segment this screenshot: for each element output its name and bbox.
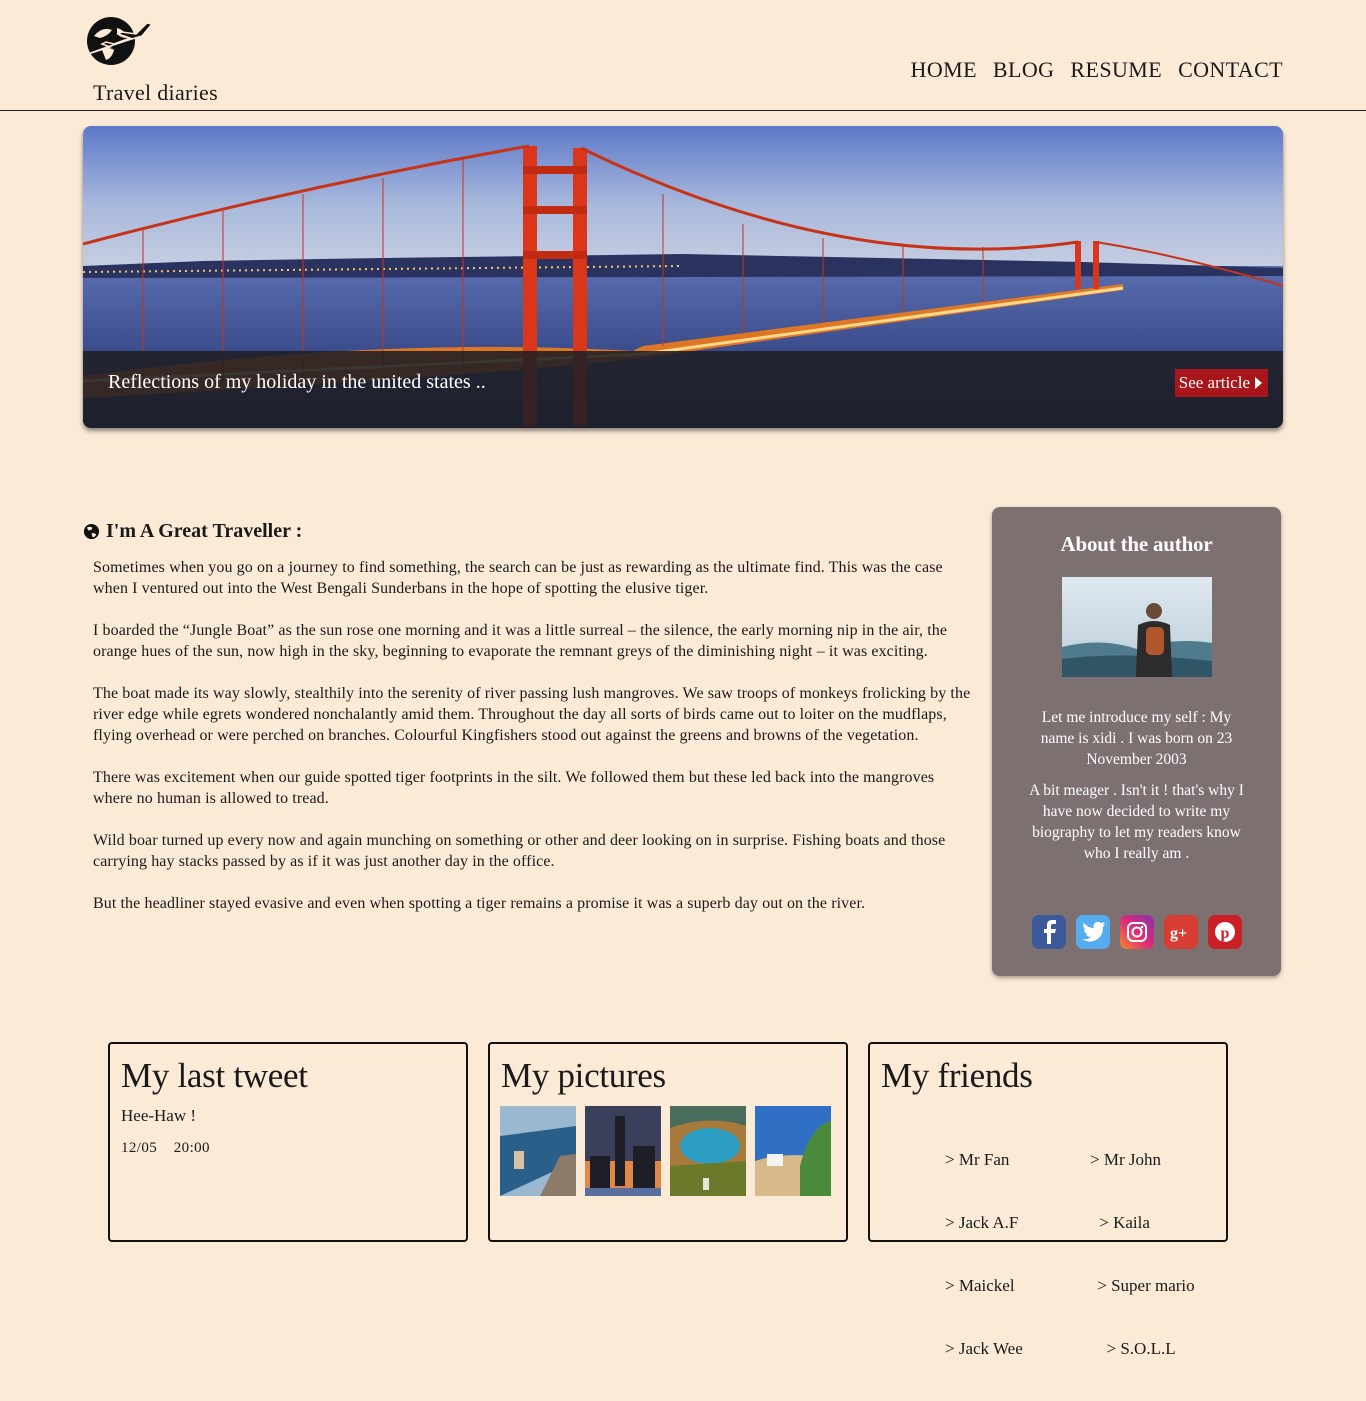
friend-link[interactable]: > Maickel bbox=[945, 1275, 1023, 1296]
globe-airplane-icon[interactable] bbox=[84, 14, 154, 66]
friend-link[interactable]: > Jack Wee bbox=[945, 1338, 1023, 1359]
tweet-timestamp: 12/05 20:00 bbox=[121, 1140, 210, 1156]
social-links: g+ p bbox=[1032, 915, 1242, 949]
friend-link[interactable]: > S.O.L.L bbox=[1090, 1338, 1195, 1359]
tweet-text: Hee-Haw ! bbox=[121, 1106, 197, 1125]
see-article-label: See article bbox=[1178, 373, 1250, 392]
article-paragraph: There was excitement when our guide spot… bbox=[93, 769, 935, 807]
picture-gallery bbox=[500, 1106, 831, 1196]
friend-link[interactable]: > Mr Fan bbox=[945, 1149, 1023, 1170]
about-author-panel: About the author Let me introduce my sel… bbox=[992, 507, 1281, 976]
author-bio: Let me introduce my self : My name is xi… bbox=[1040, 709, 1233, 768]
twitter-icon[interactable] bbox=[1076, 915, 1110, 949]
google-plus-icon[interactable]: g+ bbox=[1164, 915, 1198, 949]
article-paragraph: I boarded the “Jungle Boat” as the sun r… bbox=[93, 622, 948, 660]
article-title: I'm A Great Traveller : bbox=[106, 520, 303, 542]
picture-thumbnail-coast[interactable] bbox=[755, 1106, 831, 1196]
globe-icon bbox=[83, 523, 100, 540]
friend-link[interactable]: > Jack A.F bbox=[945, 1212, 1023, 1233]
article-paragraph: Sometimes when you go on a journey to fi… bbox=[93, 559, 943, 597]
pinterest-icon[interactable]: p bbox=[1208, 915, 1242, 949]
nav-resume[interactable]: RESUME bbox=[1070, 57, 1162, 83]
hero-banner: Reflections of my holiday in the united … bbox=[83, 126, 1283, 428]
caret-right-icon bbox=[1255, 377, 1262, 389]
friends-title: My friends bbox=[881, 1056, 1033, 1095]
author-photo bbox=[1061, 577, 1212, 677]
friends-column-1: > Mr Fan > Jack A.F > Maickel > Jack Wee bbox=[945, 1107, 1023, 1401]
nav-contact[interactable]: CONTACT bbox=[1178, 57, 1283, 83]
article-paragraph: The boat made its way slowly, stealthily… bbox=[93, 685, 971, 744]
pictures-title: My pictures bbox=[501, 1056, 666, 1095]
friend-link[interactable]: > Mr John bbox=[1090, 1149, 1195, 1170]
instagram-icon[interactable] bbox=[1120, 915, 1154, 949]
picture-thumbnail-city[interactable] bbox=[585, 1106, 661, 1196]
facebook-icon[interactable] bbox=[1032, 915, 1066, 949]
article-paragraph: But the headliner stayed evasive and eve… bbox=[93, 895, 866, 912]
last-tweet-title: My last tweet bbox=[121, 1056, 308, 1095]
main-nav: HOME BLOG RESUME CONTACT bbox=[911, 57, 1283, 83]
svg-text:g+: g+ bbox=[1170, 925, 1187, 942]
article: I'm A Great Traveller : Sometimes when y… bbox=[83, 520, 973, 935]
nav-blog[interactable]: BLOG bbox=[993, 57, 1055, 83]
article-heading: I'm A Great Traveller : bbox=[83, 520, 973, 543]
picture-thumbnail-lake[interactable] bbox=[670, 1106, 746, 1196]
friend-link[interactable]: > Super mario bbox=[1090, 1275, 1194, 1296]
brand-name[interactable]: Travel diaries bbox=[93, 80, 218, 106]
author-bio-more: A bit meager . Isn't it ! that's why I h… bbox=[1029, 782, 1244, 862]
pictures-card: My pictures bbox=[488, 1042, 848, 1242]
picture-thumbnail-train[interactable] bbox=[500, 1106, 576, 1196]
site-header: Travel diaries HOME BLOG RESUME CONTACT bbox=[0, 0, 1366, 111]
friends-column-2: > Mr John > Kaila > Super mario > S.O.L.… bbox=[1090, 1107, 1195, 1401]
hero-caption: Reflections of my holiday in the united … bbox=[108, 371, 486, 393]
svg-text:p: p bbox=[1221, 925, 1230, 942]
about-author-title: About the author bbox=[1060, 532, 1213, 556]
hero-caption-bar: Reflections of my holiday in the united … bbox=[83, 351, 1283, 428]
friends-card: My friends > Mr Fan > Jack A.F > Maickel… bbox=[868, 1042, 1228, 1358]
nav-home[interactable]: HOME bbox=[911, 57, 977, 83]
see-article-button[interactable]: See article bbox=[1174, 369, 1268, 397]
article-paragraph: Wild boar turned up every now and again … bbox=[93, 832, 946, 870]
friend-link[interactable]: > Kaila bbox=[1090, 1212, 1195, 1233]
last-tweet-card: My last tweet Hee-Haw ! 12/05 20:00 bbox=[108, 1042, 468, 1242]
